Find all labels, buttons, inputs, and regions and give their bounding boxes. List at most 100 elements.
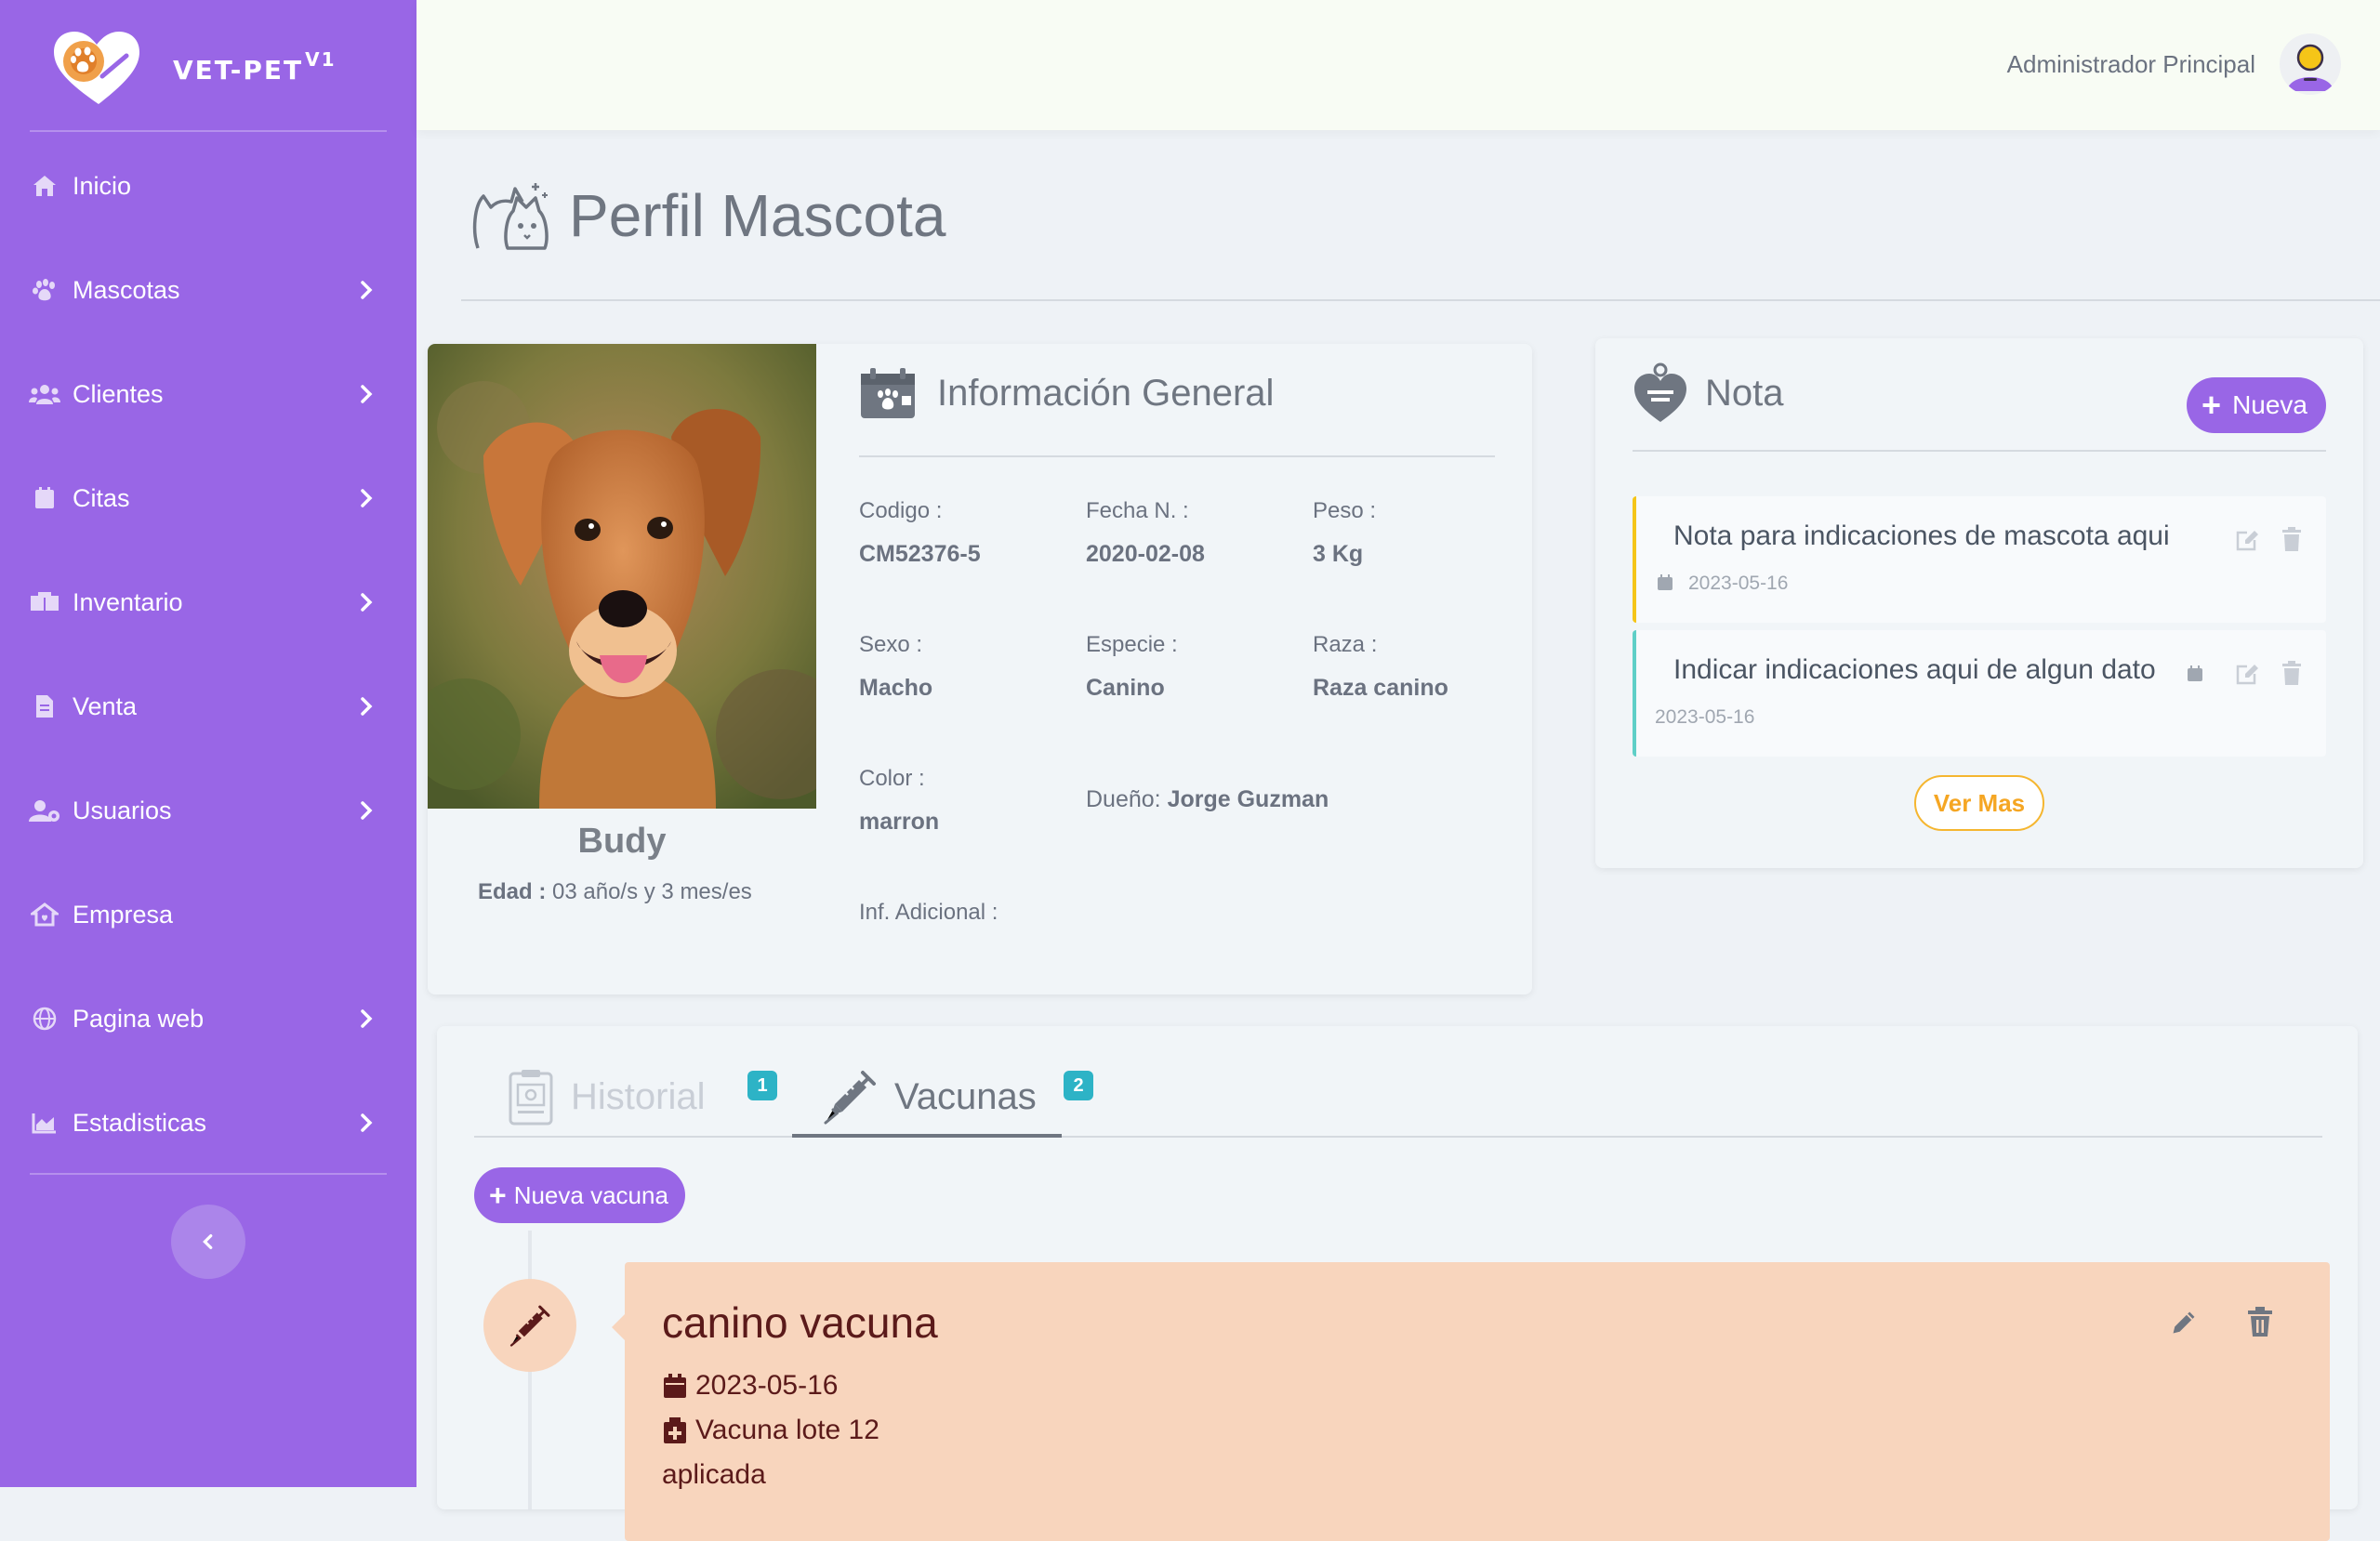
topbar: Administrador Principal [416, 0, 2380, 130]
sidebar: VET-PET V1 Inicio Mascotas Clientes Citas… [0, 0, 416, 1487]
tab-vacunas[interactable]: Vacunas [822, 1060, 1037, 1134]
sidebar-item-inventario[interactable]: Inventario [28, 574, 390, 630]
sidebar-item-label: Usuarios [73, 796, 172, 824]
history-vaccines-card: Historial 1 Vacunas 2 + Nueva vacuna can… [437, 1026, 2358, 1541]
new-note-button[interactable]: + Nueva [2187, 377, 2326, 433]
calendar-paw-icon [861, 368, 915, 418]
trash-icon[interactable] [2278, 660, 2306, 688]
sidebar-item-citas[interactable]: Citas [28, 470, 390, 526]
sidebar-item-usuarios[interactable]: Usuarios [28, 783, 390, 838]
see-more-button[interactable]: Ver Mas [1914, 775, 2044, 831]
boxes-icon [28, 588, 61, 616]
cat-dog-icon [472, 183, 549, 250]
edit-icon[interactable] [2233, 660, 2261, 688]
user-avatar-icon [2281, 34, 2340, 94]
sidebar-item-label: Citas [73, 483, 130, 512]
sidebar-item-clientes[interactable]: Clientes [28, 366, 390, 422]
chevron-right-icon [361, 593, 373, 612]
pet-owner: Dueño: Jorge Guzman [1086, 786, 1329, 812]
plus-icon: + [2202, 386, 2222, 424]
field-label: Fecha N. : [1086, 498, 1189, 523]
field-especie: Especie : Canino [1086, 632, 1178, 702]
page-title: Perfil Mascota [569, 182, 946, 249]
sidebar-collapse-button[interactable] [171, 1205, 245, 1279]
field-value: Raza canino [1313, 675, 1448, 701]
plus-icon: + [489, 1179, 507, 1212]
brand[interactable]: VET-PET V1 [50, 26, 366, 108]
field-value: Macho [859, 675, 933, 701]
calendar-icon [1658, 574, 1673, 590]
notes-divider [1633, 450, 2326, 452]
new-vaccine-button[interactable]: + Nueva vacuna [474, 1167, 685, 1223]
field-label: Sexo : [859, 632, 923, 657]
medical-kit-icon [662, 1416, 688, 1444]
field-value: Canino [1086, 675, 1165, 701]
general-info-header: Información General [859, 366, 1274, 420]
pet-profile-card: Budy Edad : 03 año/s y 3 mes/es Informac… [428, 344, 1532, 994]
field-raza: Raza : Raza canino [1313, 632, 1448, 702]
vaccine-status: aplicada [662, 1459, 766, 1490]
trash-icon[interactable] [2278, 526, 2306, 554]
sidebar-divider [30, 1173, 387, 1175]
field-fecha-nacimiento: Fecha N. : 2020-02-08 [1086, 498, 1205, 568]
general-info-title: Información General [937, 372, 1275, 414]
notes-header: Nota [1633, 362, 1784, 424]
note-actions [2233, 526, 2306, 554]
paw-icon [28, 276, 61, 304]
logo-icon [54, 32, 139, 104]
edit-icon[interactable] [2233, 526, 2261, 554]
tab-label: Vacunas [894, 1075, 1037, 1117]
calendar-icon [2188, 665, 2202, 681]
sidebar-divider [30, 130, 387, 132]
note-item[interactable]: Indicar indicaciones aqui de algun dato … [1633, 630, 2326, 757]
chevron-right-icon [361, 697, 373, 716]
note-date: 2023-05-16 [1688, 573, 1789, 594]
chevron-right-icon [361, 1009, 373, 1028]
building-icon [28, 901, 61, 929]
pencil-icon[interactable] [2170, 1309, 2198, 1337]
chevron-right-icon [361, 1113, 373, 1132]
avatar[interactable] [2280, 33, 2341, 95]
chevron-right-icon [361, 281, 373, 299]
chevron-right-icon [361, 489, 373, 507]
notes-title: Nota [1705, 372, 1784, 414]
brand-name: VET-PET V1 [173, 48, 337, 86]
field-value: CM52376-5 [859, 541, 981, 567]
user-name[interactable]: Administrador Principal [2007, 50, 2255, 79]
pet-age: Edad : 03 año/s y 3 mes/es [478, 879, 752, 904]
sidebar-item-venta[interactable]: Venta [28, 678, 390, 734]
chart-area-icon [28, 1109, 61, 1137]
users-icon [28, 380, 61, 408]
field-color: Color : marron [859, 766, 939, 836]
sidebar-item-label: Clientes [73, 379, 164, 408]
home-icon [28, 172, 61, 200]
trash-icon[interactable] [2246, 1307, 2274, 1337]
sidebar-item-inicio[interactable]: Inicio [28, 158, 390, 214]
field-label: Especie : [1086, 632, 1178, 657]
field-value: 3 Kg [1313, 541, 1364, 567]
sidebar-item-pagina-web[interactable]: Pagina web [28, 991, 390, 1047]
sidebar-item-label: Pagina web [73, 1004, 205, 1033]
sidebar-item-label: Empresa [73, 900, 174, 929]
clipboard-icon [509, 1070, 553, 1126]
chevron-left-icon [203, 1233, 213, 1250]
field-label: Color : [859, 766, 925, 791]
syringe-icon [824, 1071, 876, 1125]
field-label: Inf. Adicional : [859, 900, 998, 925]
sidebar-item-label: Mascotas [73, 275, 180, 304]
vaccine-lot: Vacuna lote 12 [662, 1415, 879, 1446]
new-note-label: Nueva [2232, 390, 2307, 419]
note-text: Nota para indicaciones de mascota aqui [1673, 520, 2170, 551]
note-item[interactable]: Nota para indicaciones de mascota aqui 2… [1633, 496, 2326, 623]
sidebar-item-estadisticas[interactable]: Estadisticas [28, 1095, 390, 1151]
sidebar-item-mascotas[interactable]: Mascotas [28, 262, 390, 318]
sidebar-item-label: Inicio [73, 171, 132, 200]
invoice-icon [28, 692, 61, 720]
page-header: Perfil Mascota [470, 169, 945, 262]
field-codigo: Codigo : CM52376-5 [859, 498, 981, 568]
tab-historial[interactable]: Historial [508, 1060, 705, 1134]
sidebar-item-label: Venta [73, 691, 138, 720]
field-value: 2020-02-08 [1086, 541, 1205, 567]
tab-label: Historial [571, 1075, 706, 1117]
sidebar-item-empresa[interactable]: Empresa [28, 887, 390, 942]
